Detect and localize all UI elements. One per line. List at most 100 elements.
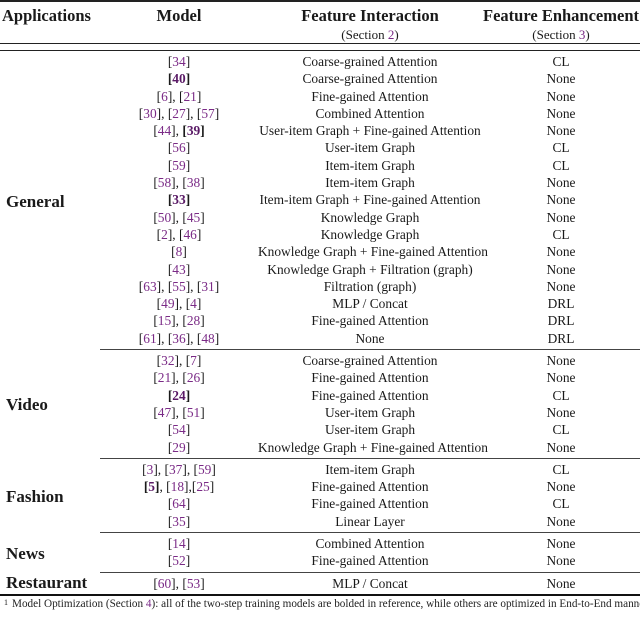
reference-link[interactable]: 7	[190, 353, 197, 368]
citation[interactable]: [31]	[197, 279, 219, 294]
citation[interactable]: [45]	[182, 210, 204, 225]
reference-link[interactable]: 21	[183, 89, 196, 104]
citation[interactable]: [8]	[171, 244, 187, 259]
citation[interactable]: [39]	[182, 123, 204, 138]
reference-link[interactable]: 56	[172, 140, 185, 155]
reference-link[interactable]: 36	[172, 331, 185, 346]
reference-link[interactable]: 35	[172, 514, 185, 529]
reference-link[interactable]: 61	[143, 331, 156, 346]
reference-link[interactable]: 54	[172, 422, 185, 437]
reference-link[interactable]: 58	[158, 175, 171, 190]
reference-link[interactable]: 40	[172, 71, 185, 86]
reference-link[interactable]: 45	[187, 210, 200, 225]
reference-link[interactable]: 29	[172, 440, 185, 455]
citation[interactable]: [21]	[153, 370, 175, 385]
citation[interactable]: [53]	[182, 576, 204, 591]
reference-link[interactable]: 37	[169, 462, 182, 477]
reference-link[interactable]: 31	[201, 279, 214, 294]
reference-link[interactable]: 59	[198, 462, 211, 477]
citation[interactable]: [2]	[157, 227, 173, 242]
citation[interactable]: [21]	[179, 89, 201, 104]
reference-link[interactable]: 18	[171, 479, 184, 494]
reference-link[interactable]: 24	[172, 388, 185, 403]
citation[interactable]: [54]	[168, 422, 190, 437]
citation[interactable]: [48]	[197, 331, 219, 346]
citation[interactable]: [18]	[166, 479, 188, 494]
reference-link[interactable]: 51	[187, 405, 200, 420]
reference-link[interactable]: 63	[143, 279, 156, 294]
reference-link[interactable]: 30	[143, 106, 156, 121]
citation[interactable]: [32]	[157, 353, 179, 368]
citation[interactable]: [26]	[182, 370, 204, 385]
reference-link[interactable]: 48	[201, 331, 214, 346]
citation[interactable]: [63]	[139, 279, 161, 294]
reference-link[interactable]: 15	[158, 313, 171, 328]
citation[interactable]: [60]	[153, 576, 175, 591]
citation[interactable]: [46]	[179, 227, 201, 242]
reference-link[interactable]: 59	[172, 158, 185, 173]
citation[interactable]: [44]	[153, 123, 175, 138]
reference-link[interactable]: 5	[148, 479, 155, 494]
reference-link[interactable]: 55	[172, 279, 185, 294]
citation[interactable]: [59]	[194, 462, 216, 477]
reference-link[interactable]: 39	[187, 123, 200, 138]
reference-link[interactable]: 57	[201, 106, 214, 121]
reference-link[interactable]: 44	[158, 123, 171, 138]
citation[interactable]: [56]	[168, 140, 190, 155]
citation[interactable]: [29]	[168, 440, 190, 455]
reference-link[interactable]: 28	[187, 313, 200, 328]
reference-link[interactable]: 27	[172, 106, 185, 121]
citation[interactable]: [36]	[168, 331, 190, 346]
citation[interactable]: [51]	[182, 405, 204, 420]
citation[interactable]: [43]	[168, 262, 190, 277]
citation[interactable]: [38]	[182, 175, 204, 190]
reference-link[interactable]: 32	[161, 353, 174, 368]
citation[interactable]: [40]	[168, 71, 190, 86]
reference-link[interactable]: 64	[172, 496, 185, 511]
reference-link[interactable]: 25	[196, 479, 209, 494]
citation[interactable]: [37]	[164, 462, 186, 477]
reference-link[interactable]: 43	[172, 262, 185, 277]
reference-link[interactable]: 46	[183, 227, 196, 242]
reference-link[interactable]: 50	[158, 210, 171, 225]
citation[interactable]: [5]	[144, 479, 160, 494]
citation[interactable]: [58]	[153, 175, 175, 190]
citation[interactable]: [6]	[157, 89, 173, 104]
reference-link[interactable]: 4	[190, 296, 197, 311]
citation[interactable]: [24]	[168, 388, 190, 403]
citation[interactable]: [30]	[139, 106, 161, 121]
citation[interactable]: [49]	[157, 296, 179, 311]
reference-link[interactable]: 21	[158, 370, 171, 385]
reference-link[interactable]: 53	[187, 576, 200, 591]
citation[interactable]: [25]	[192, 479, 214, 494]
reference-link[interactable]: 33	[172, 192, 185, 207]
reference-link[interactable]: 2	[161, 227, 168, 242]
citation[interactable]: [15]	[153, 313, 175, 328]
reference-link[interactable]: 26	[187, 370, 200, 385]
reference-link[interactable]: 60	[158, 576, 171, 591]
citation[interactable]: [4]	[186, 296, 202, 311]
citation[interactable]: [47]	[153, 405, 175, 420]
reference-link[interactable]: 14	[172, 536, 185, 551]
citation[interactable]: [14]	[168, 536, 190, 551]
citation[interactable]: [28]	[182, 313, 204, 328]
citation[interactable]: [64]	[168, 496, 190, 511]
reference-link[interactable]: 34	[172, 54, 185, 69]
citation[interactable]: [34]	[168, 54, 190, 69]
citation[interactable]: [35]	[168, 514, 190, 529]
reference-link[interactable]: 6	[161, 89, 168, 104]
citation[interactable]: [27]	[168, 106, 190, 121]
citation[interactable]: [50]	[153, 210, 175, 225]
reference-link[interactable]: 52	[172, 553, 185, 568]
citation[interactable]: [33]	[168, 192, 190, 207]
reference-link[interactable]: 47	[158, 405, 171, 420]
citation[interactable]: [61]	[139, 331, 161, 346]
citation[interactable]: [3]	[142, 462, 158, 477]
reference-link[interactable]: 38	[187, 175, 200, 190]
citation[interactable]: [57]	[197, 106, 219, 121]
reference-link[interactable]: 49	[161, 296, 174, 311]
citation[interactable]: [52]	[168, 553, 190, 568]
citation[interactable]: [59]	[168, 158, 190, 173]
citation[interactable]: [55]	[168, 279, 190, 294]
citation[interactable]: [7]	[186, 353, 202, 368]
